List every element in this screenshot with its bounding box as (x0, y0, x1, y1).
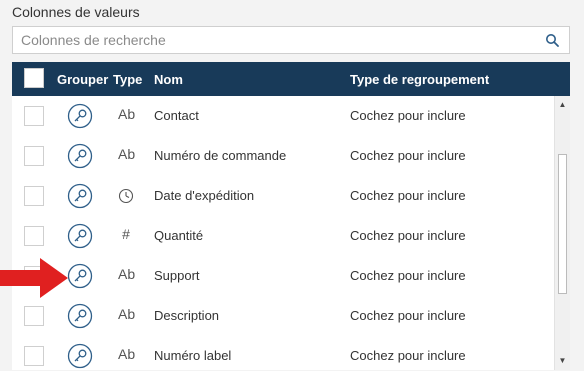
header-type: Type (113, 72, 143, 87)
clock-type-icon (118, 188, 134, 207)
column-name: Numéro label (154, 348, 232, 363)
table-header: Grouper Type Nom Type de regroupement (12, 62, 570, 96)
search-icon[interactable] (545, 33, 559, 47)
group-key-icon[interactable] (67, 103, 93, 129)
table-row: Ab Support Cochez pour inclure (12, 256, 554, 296)
table-row: Ab Numéro label Cochez pour inclure (12, 336, 554, 370)
grouping-type-cell[interactable]: Cochez pour inclure (350, 268, 466, 283)
scroll-up-icon[interactable]: ▲ (555, 98, 570, 112)
group-key-icon[interactable] (67, 143, 93, 169)
red-arrow-icon (0, 258, 68, 298)
group-key-icon[interactable] (67, 183, 93, 209)
search-box[interactable] (12, 26, 570, 54)
table-row: # Quantité Cochez pour inclure (12, 216, 554, 256)
header-name: Nom (154, 72, 183, 87)
table-row: Date d'expédition Cochez pour inclure (12, 176, 554, 216)
text-type-icon: Ab (118, 306, 136, 322)
column-name: Date d'expédition (154, 188, 255, 203)
scroll-down-icon[interactable]: ▼ (555, 354, 570, 368)
column-name: Support (154, 268, 200, 283)
number-type-icon: # (122, 226, 130, 242)
group-key-icon[interactable] (67, 223, 93, 249)
group-key-icon[interactable] (67, 343, 93, 369)
scroll-thumb[interactable] (558, 154, 567, 294)
include-checkbox[interactable] (24, 346, 44, 366)
section-label: Colonnes de valeurs (12, 4, 140, 20)
text-type-icon: Ab (118, 346, 136, 362)
grouping-type-cell[interactable]: Cochez pour inclure (350, 308, 466, 323)
header-grouping-type: Type de regroupement (350, 72, 490, 87)
text-type-icon: Ab (118, 266, 136, 282)
table-row: Ab Numéro de commande Cochez pour inclure (12, 136, 554, 176)
grouping-type-cell[interactable]: Cochez pour inclure (350, 148, 466, 163)
include-checkbox[interactable] (24, 306, 44, 326)
search-input[interactable] (13, 27, 541, 53)
column-name: Description (154, 308, 220, 323)
table-row: Ab Description Cochez pour inclure (12, 296, 554, 336)
grouping-type-cell[interactable]: Cochez pour inclure (350, 348, 466, 363)
text-type-icon: Ab (118, 146, 136, 162)
columns-table: Grouper Type Nom Type de regroupement Ab… (12, 62, 570, 370)
include-checkbox[interactable] (24, 186, 44, 206)
column-name: Numéro de commande (154, 148, 287, 163)
table-body: Ab Contact Cochez pour inclure Ab Numéro de … (12, 96, 554, 370)
table-row: Ab Contact Cochez pour inclure (12, 96, 554, 136)
vertical-scrollbar[interactable]: ▲ ▼ (554, 96, 570, 370)
grouping-type-cell[interactable]: Cochez pour inclure (350, 188, 466, 203)
column-name: Quantité (154, 228, 204, 243)
include-checkbox[interactable] (24, 226, 44, 246)
header-group: Grouper (57, 72, 109, 87)
column-name: Contact (154, 108, 199, 123)
text-type-icon: Ab (118, 106, 136, 122)
group-key-icon[interactable] (67, 303, 93, 329)
grouping-type-cell[interactable]: Cochez pour inclure (350, 108, 466, 123)
include-checkbox[interactable] (24, 106, 44, 126)
select-all-checkbox[interactable] (24, 68, 44, 88)
include-checkbox[interactable] (24, 146, 44, 166)
grouping-type-cell[interactable]: Cochez pour inclure (350, 228, 466, 243)
